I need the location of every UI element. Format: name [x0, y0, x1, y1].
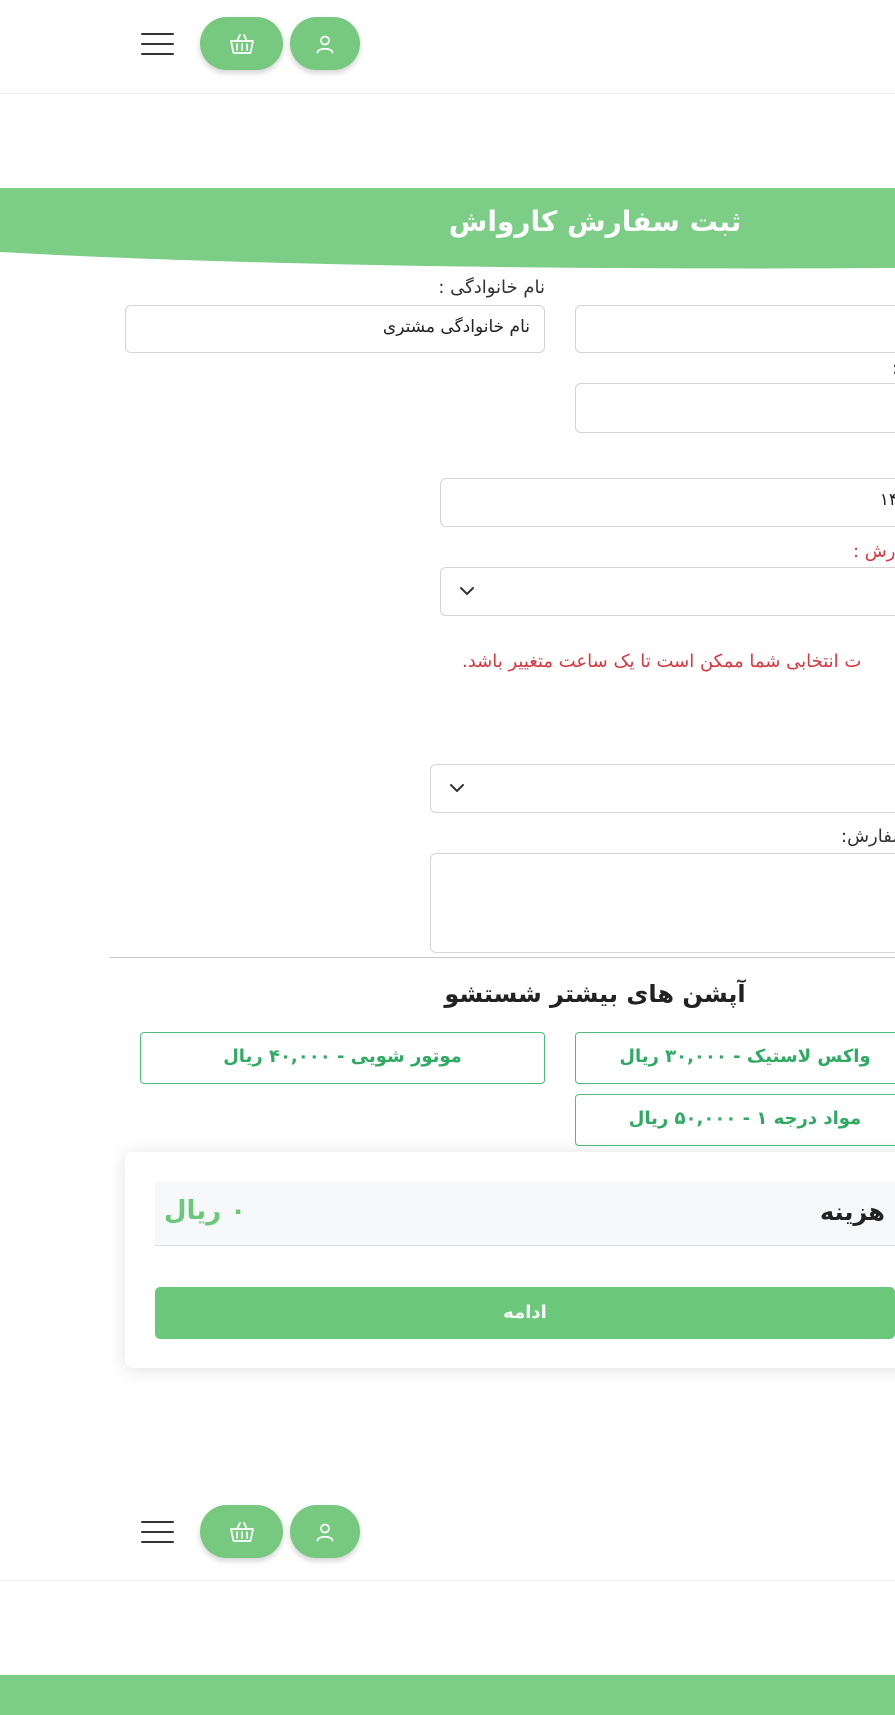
user-account-button[interactable]: [290, 17, 360, 70]
repeated-header: [0, 1488, 895, 1581]
chevron-down-icon: [450, 784, 464, 792]
user-icon: [316, 1523, 334, 1541]
top-header: [0, 0, 895, 94]
page-title: ثبت سفارش کارواش: [448, 205, 742, 238]
date-field[interactable]: ۱۴: [440, 478, 895, 527]
last-name-value: نام خانوادگی مشتری: [382, 317, 530, 337]
time-label: رش :: [853, 541, 895, 562]
option-engine-wash[interactable]: موتور شویی - ۴۰,۰۰۰ ریال: [140, 1032, 545, 1084]
user-icon: [316, 35, 334, 53]
total-amount: ۰ ریال: [164, 1196, 246, 1226]
total-row: ۰ ریال ع هزینه: [155, 1182, 895, 1246]
date-value: ۱۴: [879, 490, 895, 510]
time-select[interactable]: [440, 567, 895, 616]
continue-button[interactable]: ادامه: [155, 1287, 895, 1339]
chevron-down-icon: [460, 587, 474, 595]
phone-field[interactable]: [575, 383, 895, 433]
last-name-field[interactable]: نام خانوادگی مشتری: [125, 305, 545, 353]
option-tire-wax[interactable]: واکس لاستیک - ۳۰,۰۰۰ ریال: [575, 1032, 895, 1084]
cart-button[interactable]: [200, 1505, 283, 1558]
total-label: ع هزینه: [820, 1198, 895, 1226]
hamburger-menu-icon[interactable]: [141, 33, 174, 55]
last-name-label: نام خانوادگی :: [438, 277, 545, 298]
option-premium-materials[interactable]: مواد درجه ۱ - ۵۰,۰۰۰ ریال: [575, 1094, 895, 1146]
title-banner-repeated: [0, 1675, 895, 1715]
options-title: آپشن های بیشتر شستشو: [444, 980, 746, 1008]
notes-textarea[interactable]: [430, 853, 895, 953]
first-name-field[interactable]: [575, 305, 895, 353]
time-warning-text: ت انتخابی شما ممکن است تا یک ساعت متغییر…: [462, 651, 862, 672]
hamburger-menu-icon[interactable]: [141, 1521, 174, 1543]
basket-icon: [229, 33, 254, 54]
cart-button[interactable]: [200, 17, 283, 70]
user-account-button[interactable]: [290, 1505, 360, 1558]
service-select[interactable]: ب: [430, 764, 895, 813]
banner-shape: [0, 1675, 895, 1715]
basket-icon: [229, 1521, 254, 1542]
title-banner: ثبت سفارش کارواش: [0, 188, 895, 270]
section-divider: [110, 957, 895, 958]
notes-label: سفارش:: [841, 826, 895, 847]
